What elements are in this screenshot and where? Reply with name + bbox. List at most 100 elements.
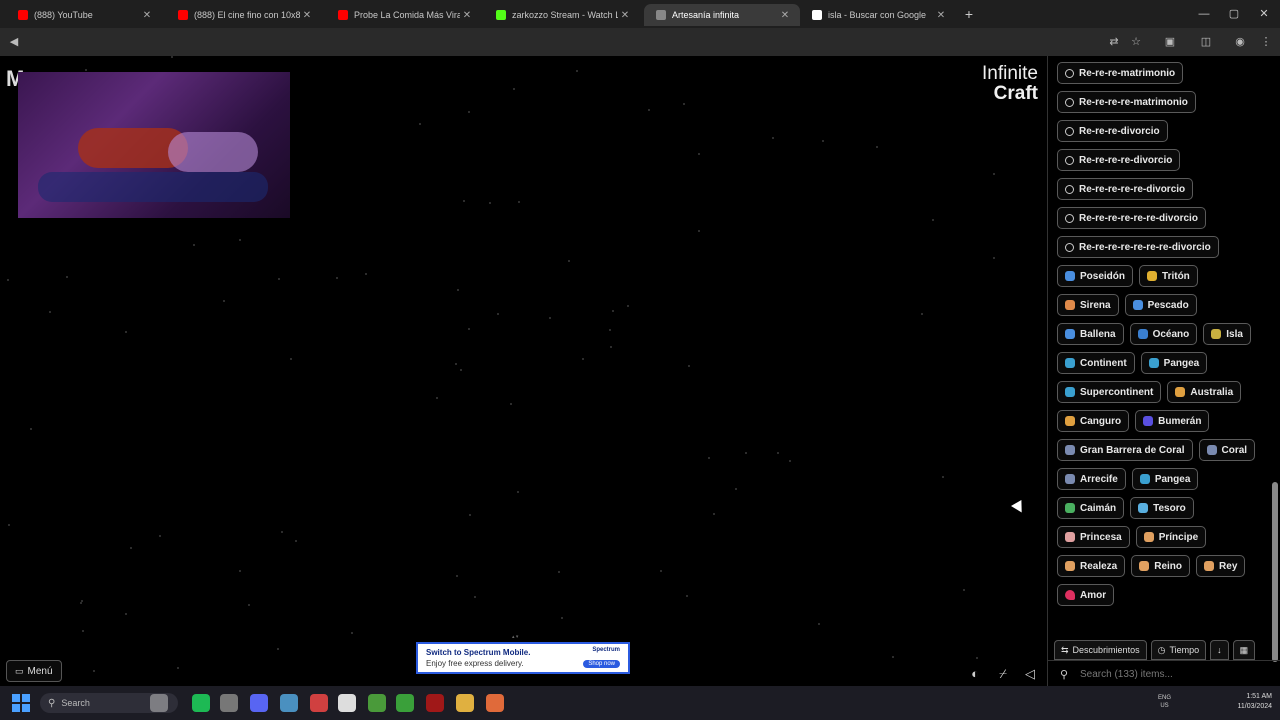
settings-icon[interactable]	[220, 694, 238, 712]
language-indicator[interactable]: ENG US	[1158, 694, 1171, 710]
chrome-icon[interactable]	[310, 694, 328, 712]
craft-item[interactable]: Continent	[1057, 352, 1135, 374]
craft-item[interactable]: Australia	[1167, 381, 1242, 403]
browser-tab[interactable]: zarkozzo Stream - Watch Live...✕	[484, 4, 640, 26]
craft-item-label: Re-re-re-re-re-divorcio	[1079, 183, 1186, 195]
craft-item[interactable]: Coral	[1198, 439, 1256, 461]
craft-item[interactable]: Caimán	[1057, 497, 1125, 519]
craft-item[interactable]: Re-re-re-re-divorcio	[1057, 149, 1181, 171]
craft-item[interactable]: Re-re-re-matrimonio	[1057, 62, 1184, 84]
browser-tab[interactable]: (888) El cine fino con 10x8 la...✕	[166, 4, 322, 26]
clear-broom-icon[interactable]: ⌿	[994, 665, 1012, 683]
tab-close-icon[interactable]: ✕	[618, 10, 632, 21]
trident-icon	[1065, 271, 1075, 281]
tab-close-icon[interactable]: ✕	[778, 10, 792, 21]
craft-item[interactable]: Re-re-re-divorcio	[1057, 120, 1168, 142]
craft-item[interactable]: Realeza	[1057, 555, 1126, 577]
sidebar-tab-icon: ◷	[1157, 644, 1166, 655]
craft-item-label: Re-re-re-re-matrimonio	[1079, 96, 1188, 108]
discord-icon[interactable]	[250, 694, 268, 712]
sidebar-tab[interactable]: ▦	[1232, 640, 1256, 660]
xbox-icon[interactable]	[396, 694, 414, 712]
sidebar-icon[interactable]: ◫	[1198, 34, 1214, 50]
system-clock[interactable]: 1:51 AM 11/03/2024	[1237, 692, 1272, 712]
craft-item-label: Princesa	[1080, 531, 1122, 543]
craft-item[interactable]: Tesoro	[1130, 497, 1194, 519]
craft-item[interactable]: Amor	[1057, 584, 1115, 606]
craft-item[interactable]: Poseidón	[1057, 265, 1134, 287]
dark-mode-icon[interactable]: ◐	[966, 665, 984, 683]
new-tab-button[interactable]: +	[962, 6, 976, 22]
tab-close-icon[interactable]: ✕	[300, 10, 314, 21]
windows-start-icon[interactable]	[12, 694, 30, 712]
browser-tab[interactable]: isla - Buscar con Google ✕	[800, 4, 956, 26]
craft-item[interactable]: Pescado	[1124, 294, 1197, 316]
craft-item[interactable]: Pangea	[1131, 468, 1199, 490]
craft-item[interactable]: Reino	[1131, 555, 1191, 577]
tab-close-icon[interactable]: ✕	[140, 10, 154, 21]
ad-cta-button[interactable]: Shop now	[583, 660, 620, 668]
chrome-active-icon[interactable]	[486, 694, 504, 712]
sidebar-tab[interactable]: ↓	[1210, 640, 1229, 660]
profile-icon[interactable]: ◉	[1232, 34, 1248, 50]
maximize-button[interactable]: ▢	[1226, 6, 1242, 22]
back-icon[interactable]: ◀	[6, 34, 22, 50]
star	[171, 56, 173, 58]
craft-item[interactable]: Océano	[1129, 323, 1198, 345]
browser-tab[interactable]: Probe La Comida Más Viral de...✕	[326, 4, 482, 26]
star	[468, 328, 470, 330]
browser-tab[interactable]: Artesanía infinita ✕	[644, 4, 800, 26]
item-row: Continent Pangea	[1057, 352, 1269, 374]
craft-item[interactable]: Re-re-re-re-re-re-re-divorcio	[1057, 236, 1219, 258]
kangaroo-icon	[1175, 387, 1186, 397]
red-app-icon[interactable]	[426, 694, 444, 712]
craft-item[interactable]: Princesa	[1057, 526, 1130, 548]
menu-button[interactable]: ▭ Menú	[6, 660, 62, 682]
tab-close-icon[interactable]: ✕	[460, 10, 474, 21]
browser-tab[interactable]: (888) YouTube ✕	[6, 4, 162, 26]
craft-item[interactable]: Príncipe	[1135, 526, 1207, 548]
sidebar-tab[interactable]: ⇆ Descubrimientos	[1054, 640, 1147, 660]
sound-icon[interactable]: ◁	[1021, 665, 1039, 683]
star	[80, 602, 82, 604]
craft-item[interactable]: Re-re-re-re-re-re-divorcio	[1057, 207, 1206, 229]
craft-item[interactable]: Pangea	[1140, 352, 1208, 374]
craft-item[interactable]: Isla	[1203, 323, 1251, 345]
extensions-icon[interactable]: ▣	[1162, 34, 1178, 50]
scrollbar-thumb[interactable]	[1272, 482, 1278, 662]
translate-icon[interactable]: ⇄	[1106, 34, 1122, 50]
sidebar-scrollbar[interactable]	[1272, 62, 1278, 678]
globe-icon	[1065, 358, 1075, 368]
star	[463, 200, 465, 202]
steam-icon[interactable]	[280, 694, 298, 712]
close-window-button[interactable]: ✕	[1256, 6, 1272, 22]
craft-item-label: Ballena	[1080, 328, 1116, 340]
sidebar-tab[interactable]: ◷ Tiempo	[1150, 640, 1207, 660]
minimize-button[interactable]: —	[1196, 6, 1212, 22]
tab-close-icon[interactable]: ✕	[934, 10, 948, 21]
craft-item[interactable]: Supercontinent	[1057, 381, 1162, 403]
craft-item[interactable]: Re-re-re-re-re-divorcio	[1057, 178, 1194, 200]
star	[82, 630, 84, 632]
craft-item[interactable]: Tritón	[1139, 265, 1198, 287]
menu-dots-icon[interactable]: ⋮	[1258, 34, 1274, 50]
craft-item[interactable]: Ballena	[1057, 323, 1124, 345]
bookmark-star-icon[interactable]: ☆	[1128, 34, 1144, 50]
spotify-icon[interactable]	[192, 694, 210, 712]
craft-item[interactable]: Arrecife	[1057, 468, 1126, 490]
media-player-icon[interactable]	[338, 694, 356, 712]
craft-item[interactable]: Re-re-re-re-matrimonio	[1057, 91, 1196, 113]
minecraft-icon[interactable]	[368, 694, 386, 712]
advertisement-banner[interactable]: Switch to Spectrum Mobile. Enjoy free ex…	[416, 642, 630, 674]
craft-item[interactable]: Gran Barrera de Coral	[1057, 439, 1193, 461]
sidebar-tab-label: Descubrimientos	[1072, 645, 1140, 655]
search-items-input[interactable]	[1078, 664, 1273, 684]
craft-item[interactable]: Sirena	[1057, 294, 1119, 316]
craft-canvas[interactable]: M Infinite Craft ▭ Menú ▴ ▾ Switch to Sp…	[0, 56, 1046, 686]
star	[708, 457, 710, 459]
craft-item[interactable]: Canguro	[1057, 410, 1130, 432]
craft-item[interactable]: Rey	[1196, 555, 1246, 577]
file-explorer-icon[interactable]	[456, 694, 474, 712]
meet-now-icon[interactable]	[150, 694, 168, 712]
craft-item[interactable]: Bumerán	[1135, 410, 1210, 432]
